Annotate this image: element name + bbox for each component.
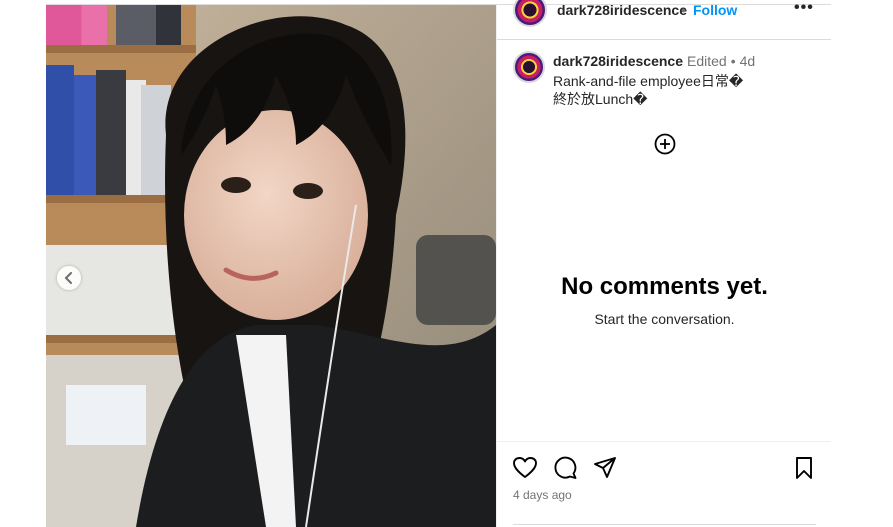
post-photo[interactable] xyxy=(46,5,496,527)
more-options-icon[interactable]: ••• xyxy=(794,0,814,17)
caption-header: dark728iridescence Edited • 4d xyxy=(553,53,755,69)
previous-photo-button[interactable] xyxy=(57,266,81,290)
post-timestamp[interactable]: 4 days ago xyxy=(513,488,572,502)
bookmark-icon[interactable] xyxy=(791,455,817,481)
no-comments-title: No comments yet. xyxy=(561,273,768,300)
right-gutter xyxy=(831,0,893,527)
heart-icon[interactable] xyxy=(512,455,538,481)
chevron-left-icon xyxy=(64,272,72,284)
bottom-divider xyxy=(513,524,816,525)
avatar-icon[interactable] xyxy=(513,0,547,27)
header-username[interactable]: dark728iridescence xyxy=(557,2,687,18)
start-conversation-text: Start the conversation. xyxy=(594,311,735,327)
plus-circle-icon[interactable] xyxy=(654,133,676,155)
caption-username[interactable]: dark728iridescence xyxy=(553,53,683,69)
post-header: dark728iridescence • Follow ••• xyxy=(497,0,832,40)
paper-plane-icon[interactable] xyxy=(592,455,618,481)
actions-divider xyxy=(497,441,832,442)
post-side-panel: dark728iridescence • Follow ••• dark728i… xyxy=(496,0,833,527)
caption-separator: • xyxy=(730,53,736,69)
follow-button[interactable]: Follow xyxy=(693,2,737,18)
header-dot: • xyxy=(681,2,686,18)
edited-label: Edited xyxy=(686,53,727,69)
caption-text-line2: 終於放Lunch� xyxy=(553,91,648,107)
caption-text-line1: Rank-and-file employee日常� xyxy=(553,73,744,89)
comment-icon[interactable] xyxy=(552,455,578,481)
left-gutter xyxy=(0,0,46,527)
caption-age[interactable]: 4d xyxy=(740,53,756,69)
avatar-icon[interactable] xyxy=(513,51,545,83)
